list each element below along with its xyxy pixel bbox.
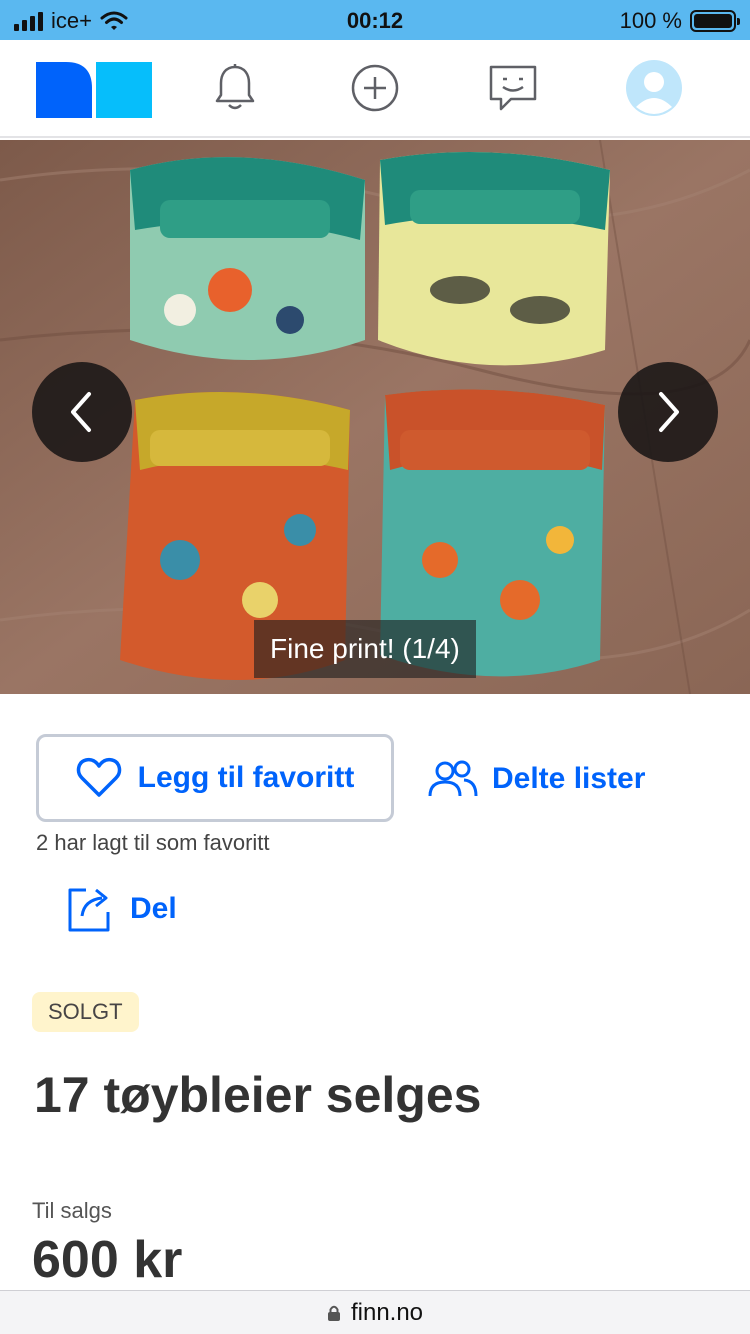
status-right: 100 % xyxy=(619,8,740,34)
share-icon xyxy=(68,888,110,932)
share-button[interactable]: Del xyxy=(64,884,177,934)
add-favorite-button[interactable]: Legg til favoritt xyxy=(36,734,394,822)
chevron-left-icon xyxy=(71,392,91,432)
image-gallery[interactable]: Fine print! (1/4) xyxy=(0,140,750,694)
chevron-right-icon xyxy=(659,392,679,432)
status-bar: ice+ 00:12 100 % xyxy=(0,0,750,40)
add-favorite-label: Legg til favoritt xyxy=(137,761,355,794)
price-value: 600 kr xyxy=(32,1231,183,1289)
battery-label: 100 % xyxy=(619,8,682,33)
url-text: finn.no xyxy=(350,1298,424,1326)
browser-url-bar[interactable]: finn.no xyxy=(0,1290,750,1334)
chat-icon[interactable] xyxy=(483,58,543,118)
favorite-count: 2 har lagt til som favoritt xyxy=(36,830,270,855)
shared-lists-link[interactable]: Delte lister xyxy=(428,752,645,806)
people-icon xyxy=(428,760,478,797)
listing-title: 17 tøybleier selges xyxy=(34,1067,482,1123)
battery-icon xyxy=(690,10,740,32)
lock-icon xyxy=(327,1305,340,1321)
app-navigation xyxy=(0,40,750,138)
finn-logo[interactable] xyxy=(36,62,152,118)
shared-lists-label: Delte lister xyxy=(492,762,646,795)
plus-circle-icon[interactable] xyxy=(345,58,405,118)
gallery-next-button[interactable] xyxy=(618,362,718,462)
profile-icon[interactable] xyxy=(624,58,684,118)
heart-icon xyxy=(76,757,121,797)
bell-icon[interactable] xyxy=(205,58,265,118)
status-badge: SOLGT xyxy=(32,992,139,1032)
share-label: Del xyxy=(130,892,177,925)
gallery-prev-button[interactable] xyxy=(32,362,132,462)
image-caption: Fine print! (1/4) xyxy=(254,620,476,678)
price-label: Til salgs xyxy=(32,1198,112,1223)
